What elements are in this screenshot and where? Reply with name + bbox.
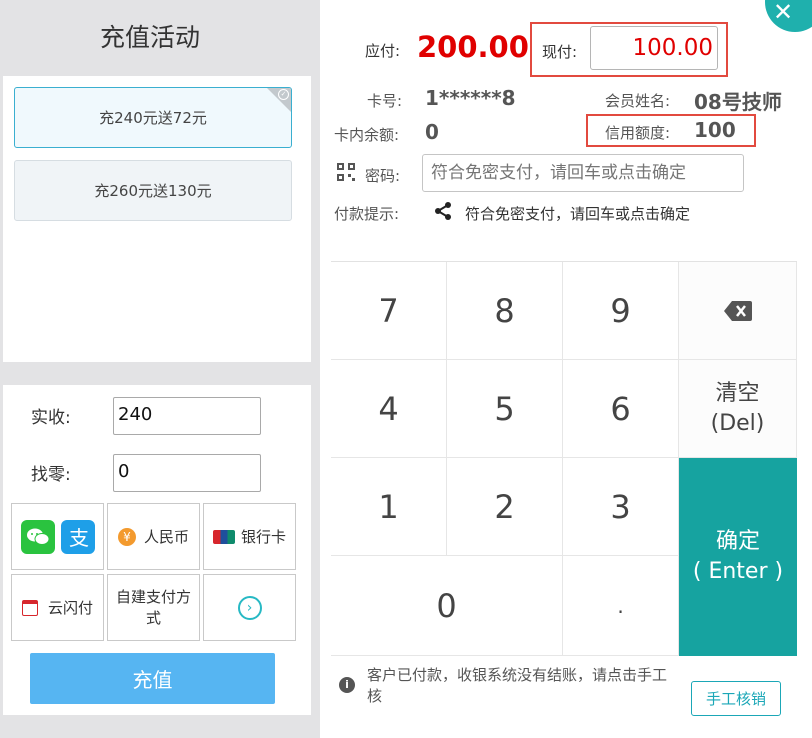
key-4[interactable]: 4 xyxy=(331,360,447,458)
manual-reconcile-button[interactable]: 手工核销 xyxy=(691,681,781,716)
payment-hint-label: 付款提示: xyxy=(334,205,400,223)
numpad: 7 8 9 4 5 6 清空 (Del) 1 2 3 确定 ( Enter ) … xyxy=(331,261,797,656)
actual-pay-label: 现付: xyxy=(542,43,578,61)
backspace-icon xyxy=(723,300,752,321)
recharge-title: 充值活动 xyxy=(99,23,200,52)
key-dot[interactable]: . xyxy=(563,556,679,656)
notice-text: 客户已付款，收银系统没有结账，请点击手工核 xyxy=(367,666,668,705)
close-icon: ✕ xyxy=(773,0,794,26)
due-amount: 200.00 xyxy=(417,30,529,64)
key-2[interactable]: 2 xyxy=(447,458,563,556)
confirm-label: 确定 xyxy=(715,529,760,554)
confirm-button[interactable]: 确定 ( Enter ) xyxy=(679,458,797,656)
member-name-label: 会员姓名: xyxy=(605,92,671,110)
change-label: 找零: xyxy=(31,465,71,485)
key-8[interactable]: 8 xyxy=(447,262,563,360)
credit-label: 信用额度: xyxy=(605,124,671,142)
cash-label: 人民币 xyxy=(143,528,189,546)
cloud-pay-label: 云闪付 xyxy=(47,599,93,617)
custom-payment-label: 自建支付方式 xyxy=(115,587,191,627)
backspace-button[interactable] xyxy=(679,262,797,360)
balance-value: 0 xyxy=(425,120,439,144)
payment-panel: ✕ 应付: 200.00 现付: 100.00 卡号: 1******8 会员姓… xyxy=(320,0,812,738)
bank-card-label: 银行卡 xyxy=(240,528,286,546)
credit-value: 100 xyxy=(694,118,736,142)
payment-box: 实收: 240 找零: 0 支 ¥ 人民币 银行卡 云闪付 自建支付方式 › 充… xyxy=(3,385,311,715)
card-number: 1******8 xyxy=(425,86,516,110)
confirm-shortcut: ( Enter ) xyxy=(692,559,784,584)
bank-card-button[interactable]: 银行卡 xyxy=(203,503,296,570)
change-input[interactable]: 0 xyxy=(113,454,261,492)
key-9[interactable]: 9 xyxy=(563,262,679,360)
key-5[interactable]: 5 xyxy=(447,360,563,458)
received-label: 实收: xyxy=(31,408,71,428)
qr-code-icon xyxy=(337,163,355,181)
key-0[interactable]: 0 xyxy=(331,556,563,656)
promo-list: 充240元送72元 ✓ 充260元送130元 xyxy=(3,76,311,362)
promo-label: 充240元送72元 xyxy=(99,109,207,127)
received-input[interactable]: 240 xyxy=(113,397,261,435)
alipay-icon: 支 xyxy=(60,519,95,554)
key-1[interactable]: 1 xyxy=(331,458,447,556)
key-3[interactable]: 3 xyxy=(563,458,679,556)
promo-label: 充260元送130元 xyxy=(94,182,212,200)
cloud-pay-button[interactable]: 云闪付 xyxy=(11,574,104,641)
due-label: 应付: xyxy=(365,42,401,60)
clear-label: 清空 xyxy=(715,380,760,406)
clear-shortcut: (Del) xyxy=(710,410,765,436)
promo-option-240[interactable]: 充240元送72元 ✓ xyxy=(14,87,292,148)
card-label: 卡号: xyxy=(367,92,403,110)
password-input[interactable] xyxy=(422,154,744,192)
close-button[interactable]: ✕ xyxy=(765,0,812,32)
unionpay-icon xyxy=(212,529,235,544)
topup-button[interactable]: 充值 xyxy=(30,653,275,704)
check-icon: ✓ xyxy=(278,89,289,100)
wechat-alipay-button[interactable]: 支 xyxy=(11,503,104,570)
key-7[interactable]: 7 xyxy=(331,262,447,360)
info-icon: i xyxy=(339,677,355,693)
recharge-panel: 充值活动 充240元送72元 ✓ 充260元送130元 实收: 240 找零: … xyxy=(0,0,318,738)
rmb-icon: ¥ xyxy=(117,527,136,546)
actual-pay-input[interactable]: 100.00 xyxy=(590,26,718,70)
payment-hint-text: 符合免密支付，请回车或点击确定 xyxy=(465,205,691,223)
cash-button[interactable]: ¥ 人民币 xyxy=(107,503,200,570)
password-label: 密码: xyxy=(365,167,401,185)
balance-label: 卡内余额: xyxy=(334,126,400,144)
promo-option-260[interactable]: 充260元送130元 xyxy=(14,160,292,221)
wechat-icon xyxy=(20,519,55,554)
clear-button[interactable]: 清空 (Del) xyxy=(679,360,797,458)
share-icon xyxy=(435,202,451,220)
key-6[interactable]: 6 xyxy=(563,360,679,458)
cloud-pay-icon xyxy=(21,599,38,616)
chevron-right-icon: › xyxy=(237,595,262,620)
custom-payment-button[interactable]: 自建支付方式 xyxy=(107,574,200,641)
more-methods-button[interactable]: › xyxy=(203,574,296,641)
svg-text:支: 支 xyxy=(69,526,89,549)
member-name: 08号技师 xyxy=(694,90,782,114)
